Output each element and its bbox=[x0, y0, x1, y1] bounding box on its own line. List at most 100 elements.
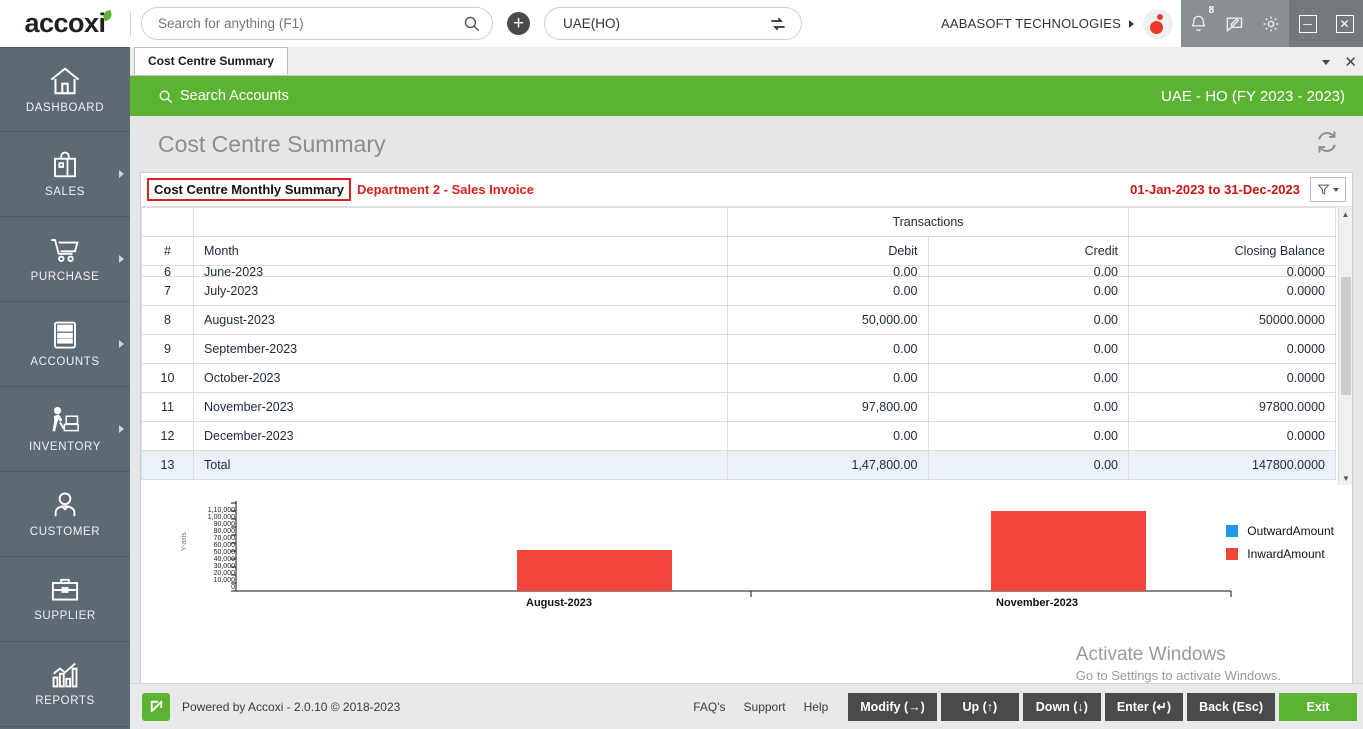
column-header-debit[interactable]: Debit bbox=[727, 236, 929, 266]
filter-row: Cost Centre Monthly Summary Department 2… bbox=[141, 173, 1352, 207]
up-button[interactable]: Up (↑) bbox=[940, 692, 1019, 721]
legend-item-inward[interactable]: InwardAmount bbox=[1226, 542, 1334, 565]
table-row[interactable]: 8 August-2023 50,000.00 0.00 50000.0000 bbox=[141, 305, 1336, 335]
footer-link-support[interactable]: Support bbox=[744, 700, 786, 714]
scroll-up-icon[interactable]: ▲ bbox=[1339, 207, 1352, 221]
scroll-down-icon[interactable]: ▼ bbox=[1339, 471, 1353, 485]
search-input[interactable] bbox=[158, 16, 463, 31]
bar-chart-icon bbox=[52, 662, 78, 688]
sidebar-item-accounts[interactable]: ACCOUNTS bbox=[0, 302, 130, 387]
search-accounts-label: Search Accounts bbox=[180, 88, 289, 104]
search-icon[interactable] bbox=[463, 15, 480, 32]
back-button[interactable]: Back (Esc) bbox=[1187, 692, 1275, 721]
settings-button[interactable] bbox=[1261, 14, 1281, 34]
legend-item-outward[interactable]: OutwardAmount bbox=[1226, 519, 1334, 542]
cell-closing-balance: 50000.0000 bbox=[1128, 305, 1336, 335]
column-header-credit[interactable]: Credit bbox=[927, 236, 1129, 266]
avatar[interactable] bbox=[1143, 8, 1173, 39]
sidebar-item-purchase[interactable]: PURCHASE bbox=[0, 217, 130, 302]
report-table-wrapper: Transactions # Month Debit Credit Closin… bbox=[141, 207, 1352, 485]
accoxi-footer-logo bbox=[142, 692, 170, 721]
messages-button[interactable] bbox=[1224, 14, 1244, 34]
close-tab-icon[interactable]: ✕ bbox=[1344, 55, 1357, 70]
y-tick: 30,000 bbox=[213, 563, 235, 570]
y-tick: 40,000 bbox=[213, 556, 235, 563]
chevron-down-icon bbox=[1333, 187, 1339, 192]
cell-debit: 0.00 bbox=[727, 363, 929, 393]
refresh-button[interactable] bbox=[1313, 128, 1341, 161]
sidebar-item-label: INVENTORY bbox=[28, 441, 102, 453]
cell-month: August-2023 bbox=[193, 305, 728, 335]
table-header-row: # Month Debit Credit Closing Balance bbox=[141, 236, 1336, 266]
green-header-bar: Search Accounts UAE - HO (FY 2023 - 2023… bbox=[130, 76, 1363, 116]
cost-centre-table: Transactions # Month Debit Credit Closin… bbox=[141, 207, 1336, 480]
scrollbar-thumb[interactable] bbox=[1341, 277, 1351, 395]
y-tick: 10,000 bbox=[213, 577, 235, 584]
cell-credit: 0.00 bbox=[927, 450, 1129, 480]
sidebar-item-label: REPORTS bbox=[35, 695, 95, 707]
branch-selector[interactable]: UAE(HO) bbox=[544, 7, 802, 40]
sidebar-item-supplier[interactable]: SUPPLIER bbox=[0, 557, 130, 642]
switch-branch-icon[interactable] bbox=[769, 15, 787, 33]
sidebar-item-reports[interactable]: REPORTS bbox=[0, 642, 130, 727]
gear-icon[interactable] bbox=[1261, 14, 1281, 34]
minimize-button[interactable]: ─ bbox=[1298, 14, 1317, 33]
spacer-cell bbox=[141, 207, 194, 237]
sidebar-item-label: ACCOUNTS bbox=[30, 356, 100, 368]
modify-button[interactable]: Modify (→) bbox=[848, 692, 937, 721]
column-header-closing-balance[interactable]: Closing Balance bbox=[1128, 236, 1336, 266]
tab-bar-controls: ✕ bbox=[1322, 55, 1357, 70]
y-tick: 1,10,000 bbox=[207, 507, 235, 514]
sidebar-item-customer[interactable]: CUSTOMER bbox=[0, 472, 130, 557]
cell-month: June-2023 bbox=[193, 265, 728, 277]
column-header-index[interactable]: # bbox=[141, 236, 194, 266]
chart-x-label-november: November-2023 bbox=[996, 597, 1078, 609]
table-row[interactable]: 6 June-2023 0.00 0.00 0.0000 bbox=[141, 265, 1336, 277]
notifications-button[interactable]: 8 bbox=[1189, 5, 1214, 33]
message-edit-icon[interactable] bbox=[1224, 14, 1244, 34]
table-row[interactable]: 9 September-2023 0.00 0.00 0.0000 bbox=[141, 334, 1336, 364]
cell-index: 13 bbox=[141, 450, 194, 480]
down-button[interactable]: Down (↓) bbox=[1022, 692, 1101, 721]
calculator-icon bbox=[54, 321, 76, 349]
sidebar-item-dashboard[interactable]: DASHBOARD bbox=[0, 47, 130, 132]
y-tick: 20,000 bbox=[213, 570, 235, 577]
search-accounts-button[interactable]: Search Accounts bbox=[158, 88, 289, 104]
page-header: Cost Centre Summary bbox=[130, 116, 1363, 172]
app-logo: accoxi bbox=[0, 0, 130, 47]
breadcrumb-active[interactable]: Cost Centre Monthly Summary bbox=[147, 178, 351, 201]
cell-credit: 0.00 bbox=[927, 334, 1129, 364]
chevron-down-icon[interactable] bbox=[1322, 60, 1331, 65]
footer-bar: Powered by Accoxi - 2.0.10 © 2018-2023 F… bbox=[130, 683, 1363, 729]
chart-y-tick-labels: 1,10,000 1,00,000 90,000 80,000 70,000 6… bbox=[189, 507, 235, 595]
bell-icon[interactable] bbox=[1189, 14, 1208, 33]
y-tick: 0 bbox=[231, 584, 235, 591]
y-tick: 50,000 bbox=[213, 549, 235, 556]
shopping-bag-icon bbox=[54, 151, 76, 178]
sidebar-item-sales[interactable]: SALES bbox=[0, 132, 130, 217]
global-search[interactable] bbox=[141, 7, 493, 40]
cell-debit: 1,47,800.00 bbox=[727, 450, 929, 480]
chart-area: Y-axis 1,10,000 1,00,000 90,000 80,000 7… bbox=[141, 499, 1352, 669]
table-row[interactable]: 12 December-2023 0.00 0.00 0.0000 bbox=[141, 421, 1336, 451]
footer-link-faqs[interactable]: FAQ's bbox=[693, 700, 725, 714]
branch-value: UAE(HO) bbox=[563, 16, 620, 31]
company-menu[interactable]: AABASOFT TECHNOLOGIES bbox=[941, 0, 1181, 47]
cell-month: October-2023 bbox=[193, 363, 728, 393]
table-row[interactable]: 7 July-2023 0.00 0.00 0.0000 bbox=[141, 276, 1336, 306]
filter-button[interactable] bbox=[1310, 177, 1346, 202]
sidebar-item-inventory[interactable]: INVENTORY bbox=[0, 387, 130, 472]
footer-link-help[interactable]: Help bbox=[804, 700, 829, 714]
close-window-button[interactable]: ✕ bbox=[1335, 14, 1354, 33]
y-tick: 70,000 bbox=[213, 535, 235, 542]
table-row[interactable]: 11 November-2023 97,800.00 0.00 97800.00… bbox=[141, 392, 1336, 422]
tab-cost-centre-summary[interactable]: Cost Centre Summary bbox=[134, 47, 289, 75]
column-header-month[interactable]: Month bbox=[193, 236, 728, 266]
enter-button[interactable]: Enter (↵) bbox=[1104, 692, 1184, 721]
table-total-row[interactable]: 13 Total 1,47,800.00 0.00 147800.0000 bbox=[141, 450, 1336, 480]
table-vertical-scrollbar[interactable]: ▲ ▼ bbox=[1338, 207, 1352, 485]
logo-text: accoxi bbox=[24, 8, 106, 38]
table-row[interactable]: 10 October-2023 0.00 0.00 0.0000 bbox=[141, 363, 1336, 393]
add-new-button[interactable]: + bbox=[507, 12, 530, 35]
exit-button[interactable]: Exit bbox=[1279, 692, 1357, 721]
